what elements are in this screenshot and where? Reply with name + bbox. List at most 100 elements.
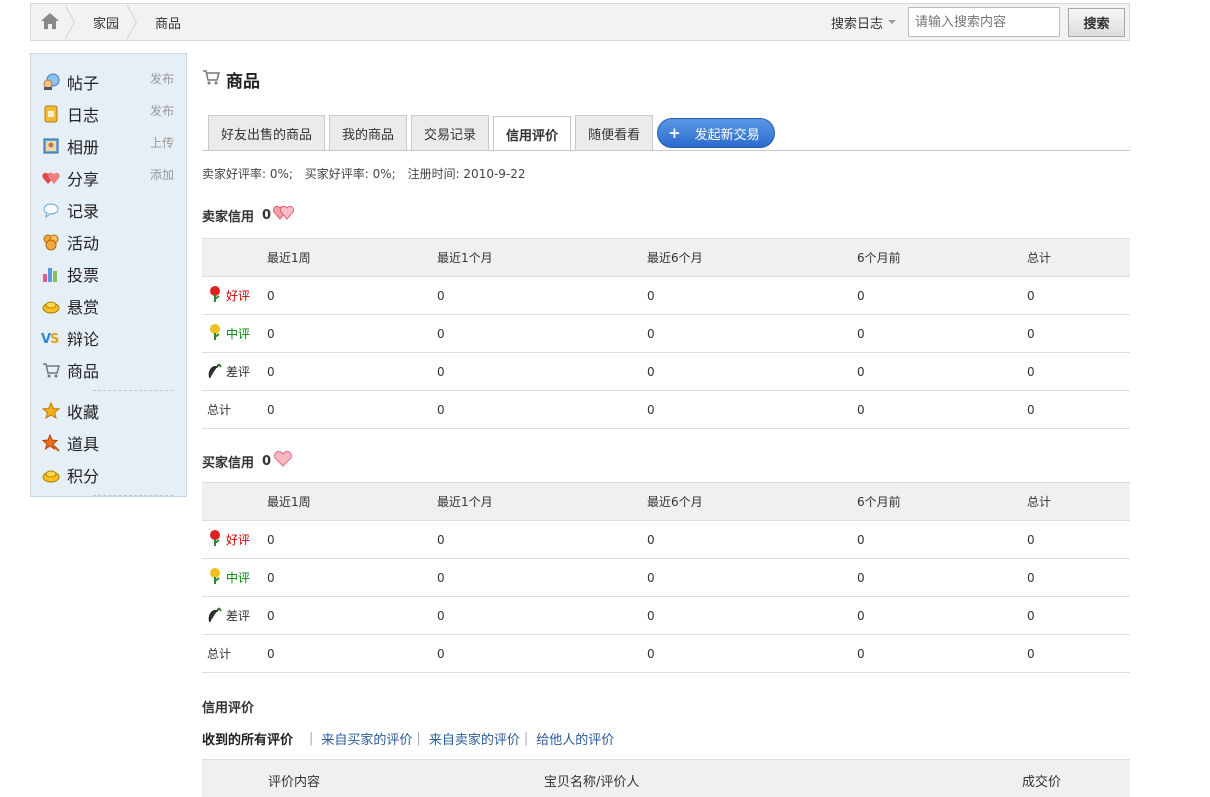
magic-icon (41, 433, 61, 453)
table-row: 差评 0 0 0 0 0 (202, 352, 1130, 391)
new-trade-button[interactable]: + 发起新交易 (657, 118, 775, 148)
new-trade-label: 发起新交易 (694, 127, 760, 143)
sidebar-item-trade[interactable]: 商品 (41, 354, 176, 386)
yellow-flower-icon (207, 567, 226, 588)
table-header-cell (202, 482, 267, 521)
top-bar: 家园 商品 搜索日志 搜索 (30, 3, 1130, 41)
table-cell: 0 (1027, 352, 1130, 391)
sidebar-item-magic[interactable]: 道具 (41, 427, 176, 459)
sidebar-item-favorite[interactable]: 收藏 (41, 395, 176, 427)
seller-credit-score: 0 (262, 207, 272, 223)
sidebar-item-album[interactable]: 相册 上传 (41, 130, 176, 162)
sidebar-item-label: 记录 (67, 202, 100, 221)
reviews-title: 信用评价 (202, 701, 255, 716)
sidebar-action-link[interactable]: 上传 (150, 134, 174, 151)
search-button[interactable]: 搜索 (1068, 7, 1125, 37)
filter-given-to-others[interactable]: 给他人的评价 (536, 729, 614, 748)
table-cell: 0 (437, 634, 647, 673)
sidebar-item-label: 道具 (67, 435, 100, 454)
table-header-cell: 最近1个月 (437, 482, 647, 521)
sidebar-item-label: 商品 (67, 362, 100, 381)
table-header-cell: 成交价 (1022, 775, 1062, 790)
filter-from-buyers[interactable]: 来自买家的评价 (321, 729, 412, 748)
tab-my-goods[interactable]: 我的商品 (329, 115, 408, 151)
sidebar-item-share[interactable]: 分享 添加 (41, 162, 176, 194)
buyer-credit-label: 买家信用 (202, 455, 255, 471)
sidebar-item-reward[interactable]: 悬赏 (41, 290, 176, 322)
table-cell: 0 (1027, 276, 1130, 315)
table-cell: 0 (437, 558, 647, 597)
doing-icon (41, 200, 61, 220)
table-header-cell: 6个月前 (857, 482, 1027, 521)
home-icon (40, 12, 60, 33)
breadcrumb-home-link[interactable]: 家园 (79, 4, 131, 40)
table-cell: 0 (437, 520, 647, 559)
table-cell: 0 (647, 314, 857, 353)
total-label: 总计 (202, 390, 267, 429)
buyer-credit-score: 0 (262, 453, 272, 469)
table-cell: 0 (1027, 520, 1130, 559)
sidebar-item-doing[interactable]: 记录 (41, 194, 176, 226)
double-heart-icon (273, 205, 295, 225)
table-cell: 0 (647, 390, 857, 429)
tab-friends-goods[interactable]: 好友出售的商品 (208, 115, 326, 151)
sidebar-action-link[interactable]: 发布 (150, 102, 174, 119)
page-title-text: 商品 (226, 72, 260, 92)
yellow-flower-icon (207, 323, 226, 344)
reward-icon (41, 296, 61, 316)
neutral-rating-label: 中评 (226, 571, 251, 585)
sidebar-item-label: 帖子 (67, 74, 100, 93)
sidebar-item-activity[interactable]: 活动 (41, 226, 176, 258)
sidebar-item-label: 辩论 (67, 330, 100, 349)
sidebar-item-forum[interactable]: 帖子 发布 (41, 66, 176, 98)
table-row: 好评 0 0 0 0 0 (202, 276, 1130, 315)
table-cell: 0 (857, 558, 1027, 597)
blog-icon (41, 104, 61, 124)
wilted-flower-icon (207, 361, 226, 382)
search-input[interactable] (908, 7, 1060, 37)
negative-rating-label: 差评 (226, 609, 251, 623)
forum-icon (41, 72, 61, 92)
table-cell: 0 (647, 520, 857, 559)
table-cell: 0 (267, 390, 437, 429)
tab-browse[interactable]: 随便看看 (575, 115, 654, 151)
good-rating-label: 好评 (226, 289, 251, 303)
table-header-row: 最近1周 最近1个月 最近6个月 6个月前 总计 (202, 238, 1130, 277)
table-cell: 0 (267, 634, 437, 673)
reviews-table-header: 评价内容 宝贝名称/评价人 成交价 (202, 759, 1130, 797)
table-cell: 0 (647, 352, 857, 391)
filter-from-sellers[interactable]: 来自卖家的评价 (429, 729, 520, 748)
table-cell: 0 (267, 558, 437, 597)
sidebar-action-link[interactable]: 添加 (150, 166, 174, 183)
sidebar-item-blog[interactable]: 日志 发布 (41, 98, 176, 130)
table-cell: 0 (437, 390, 647, 429)
table-cell: 0 (437, 314, 647, 353)
filter-all-received: 收到的所有评价 (202, 733, 294, 748)
tab-bar: 好友出售的商品 我的商品 交易记录 信用评价 随便看看 + 发起新交易 (208, 115, 775, 152)
tab-trade-records[interactable]: 交易记录 (411, 115, 490, 151)
sidebar-action-link[interactable]: 发布 (150, 70, 174, 87)
negative-rating-label: 差评 (226, 365, 251, 379)
sidebar: 帖子 发布 日志 发布 相册 上传 分享 添加 记录 活动 投票 悬赏 V S … (30, 53, 187, 497)
breadcrumb-separator (126, 4, 141, 40)
seller-credit-table: 最近1周 最近1个月 最近6个月 6个月前 总计 好评 0 0 0 0 0 中评… (202, 238, 1130, 429)
sidebar-item-credits[interactable]: 积分 (41, 459, 176, 491)
table-header-cell: 最近6个月 (647, 482, 857, 521)
favorite-icon (41, 401, 61, 421)
sidebar-item-label: 投票 (67, 266, 100, 285)
search-scope-dropdown[interactable]: 搜索日志 (831, 13, 896, 32)
album-icon (41, 136, 61, 156)
tab-credit-rating[interactable]: 信用评价 (493, 116, 572, 152)
wilted-flower-icon (207, 605, 226, 626)
sidebar-item-label: 相册 (67, 138, 100, 157)
filter-separator: | (523, 731, 529, 746)
sidebar-divider (93, 386, 173, 391)
page-title: 商品 (202, 67, 260, 92)
sidebar-item-poll[interactable]: 投票 (41, 258, 176, 290)
table-cell: 0 (1027, 314, 1130, 353)
table-header-cell: 总计 (1027, 482, 1130, 521)
sidebar-item-debate[interactable]: VS 辩论 (41, 322, 176, 354)
svg-text:S: S (50, 332, 59, 345)
breadcrumb-current: 商品 (155, 16, 182, 32)
breadcrumb-separator (64, 4, 79, 40)
